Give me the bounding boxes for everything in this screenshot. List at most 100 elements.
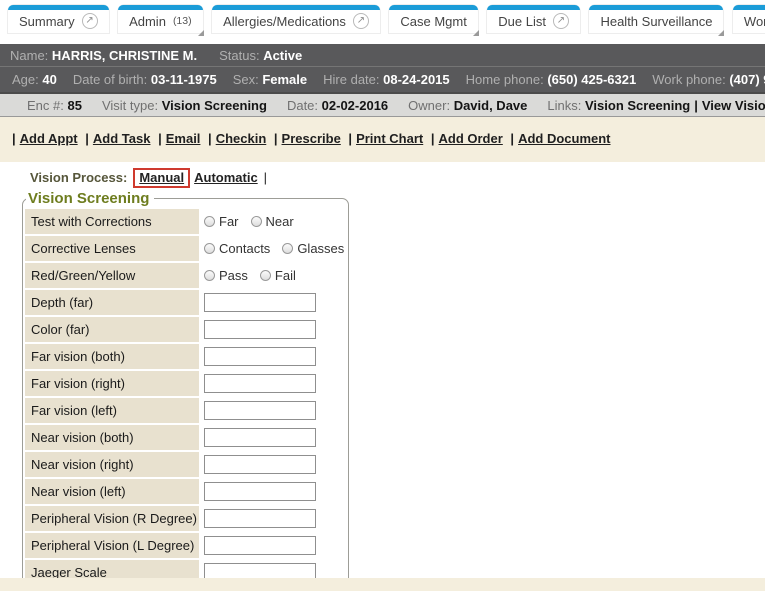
link-separator: | <box>208 131 212 146</box>
external-link-icon: ↗ <box>353 13 369 29</box>
link-separator: | <box>510 131 514 146</box>
info-value: (407) 939 <box>729 72 765 87</box>
form-row-far-vision-right: Far vision (right) <box>25 371 346 396</box>
form-row-near-vision-both: Near vision (both) <box>25 425 346 450</box>
trailing-pipe: | <box>264 170 267 185</box>
enc-visit-type: Visit type: Vision Screening <box>102 98 267 113</box>
encounter-links: Links: Vision Screening|View Vision Scre… <box>547 98 765 113</box>
enc-enc: Enc #: 85 <box>27 98 82 113</box>
action-link-email[interactable]: Email <box>166 131 201 146</box>
action-link-add-task[interactable]: Add Task <box>93 131 151 146</box>
enc-link-vision-screening[interactable]: Vision Screening <box>585 98 690 113</box>
tab-case-mgmt[interactable]: Case Mgmt <box>389 5 477 33</box>
action-link-add-document[interactable]: Add Document <box>518 131 610 146</box>
form-rows-container: Test with Corrections FarNear Corrective… <box>25 209 346 578</box>
patient-name: Name: HARRIS, CHRISTINE M. <box>10 48 197 63</box>
link-separator: | <box>158 131 162 146</box>
tab-allergies-medications[interactable]: Allergies/Medications ↗ <box>212 5 380 33</box>
encounter-bar: Enc #: 85 Visit type: Vision Screening D… <box>0 92 765 117</box>
enc-link-view-vision-screening[interactable]: View Vision Screening <box>702 98 765 113</box>
radio-option-glasses: Glasses <box>282 241 344 256</box>
info-value: (650) 425-6321 <box>547 72 636 87</box>
radio-pass[interactable] <box>204 270 215 281</box>
demographics-bar: Age: 40 Date of birth: 03-11-1975 Sex: F… <box>0 66 765 92</box>
action-link-print-chart[interactable]: Print Chart <box>356 131 423 146</box>
info-label: Hire date: <box>323 72 379 87</box>
field-label: Near vision (right) <box>25 452 199 477</box>
color-far-input[interactable] <box>204 320 316 339</box>
tab-admin[interactable]: Admin (13) <box>118 5 203 33</box>
enc-date: Date: 02-02-2016 <box>287 98 388 113</box>
field-value-cell: PassFail <box>199 263 346 288</box>
depth-far-input[interactable] <box>204 293 316 312</box>
form-row-far-vision-left: Far vision (left) <box>25 398 346 423</box>
action-link-prescribe[interactable]: Prescribe <box>282 131 341 146</box>
automatic-link[interactable]: Automatic <box>194 170 258 185</box>
field-label: Depth (far) <box>25 290 199 315</box>
tab-label: Work Status <box>744 14 765 29</box>
radio-contacts[interactable] <box>204 243 215 254</box>
field-value-cell <box>199 317 346 342</box>
manual-link[interactable]: Manual <box>139 170 184 185</box>
link-separator: | <box>85 131 89 146</box>
form-row-jaeger-scale: Jaeger Scale <box>25 560 346 578</box>
info-label: Owner: <box>408 98 450 113</box>
form-row-far-vision-both: Far vision (both) <box>25 344 346 369</box>
dropdown-fold-icon <box>473 30 479 36</box>
main-content: Vision Process:ManualAutomatic| Vision S… <box>0 162 765 578</box>
info-value: 40 <box>42 72 56 87</box>
near-vision-left-input[interactable] <box>204 482 316 501</box>
near-vision-both-input[interactable] <box>204 428 316 447</box>
peripheral-vision-l-degree-input[interactable] <box>204 536 316 555</box>
radio-option-fail: Fail <box>260 268 296 283</box>
link-separator: | <box>274 131 278 146</box>
radio-fail[interactable] <box>260 270 271 281</box>
jaeger-scale-input[interactable] <box>204 563 316 578</box>
radio-option-near: Near <box>251 214 294 229</box>
field-value-cell <box>199 371 346 396</box>
radio-option-far: Far <box>204 214 239 229</box>
tab-label: Health Surveillance <box>600 14 712 29</box>
far-vision-right-input[interactable] <box>204 374 316 393</box>
info-label: Sex: <box>233 72 259 87</box>
tab-health-surveillance[interactable]: Health Surveillance <box>589 5 723 33</box>
info-label: Visit type: <box>102 98 158 113</box>
vision-process-row: Vision Process:ManualAutomatic| <box>30 168 765 188</box>
field-value-cell: Far Near <box>199 209 346 234</box>
action-link-add-order[interactable]: Add Order <box>439 131 503 146</box>
tab-label: Due List <box>498 14 546 29</box>
field-value-cell <box>199 398 346 423</box>
radio-glasses[interactable] <box>282 243 293 254</box>
tab-due-list[interactable]: Due List ↗ <box>487 5 580 33</box>
info-value: 08-24-2015 <box>383 72 450 87</box>
manual-annotation-box: Manual <box>133 168 190 188</box>
far-vision-both-input[interactable] <box>204 347 316 366</box>
form-row-depth-far: Depth (far) <box>25 290 346 315</box>
radio-label: Fail <box>275 268 296 283</box>
peripheral-vision-r-degree-input[interactable] <box>204 509 316 528</box>
form-row-red-green-yellow: Red/Green/Yellow PassFail <box>25 263 346 288</box>
far-vision-left-input[interactable] <box>204 401 316 420</box>
vision-screening-legend: Vision Screening <box>26 190 154 207</box>
info-value: David, Dave <box>454 98 528 113</box>
form-row-peripheral-vision-r-degree: Peripheral Vision (R Degree) <box>25 506 346 531</box>
radio-far[interactable] <box>204 216 215 227</box>
link-separator: | <box>12 131 16 146</box>
link-separator: | <box>348 131 352 146</box>
field-label: Near vision (left) <box>25 479 199 504</box>
info-label: Name: <box>10 48 48 63</box>
action-links-bar: | Add Appt | Add Task | Email | Checkin | Pre… <box>0 117 765 162</box>
field-value-cell <box>199 560 346 578</box>
near-vision-right-input[interactable] <box>204 455 316 474</box>
tab-work-status[interactable]: Work Status ↗ <box>733 5 765 33</box>
tab-label: Summary <box>19 14 75 29</box>
action-link-add-appt[interactable]: Add Appt <box>20 131 78 146</box>
tab-summary[interactable]: Summary ↗ <box>8 5 109 33</box>
demo-sex: Sex: Female <box>233 72 307 87</box>
info-value: 03-11-1975 <box>151 72 217 87</box>
info-label: Date: <box>287 98 318 113</box>
radio-near[interactable] <box>251 216 262 227</box>
info-label: Date of birth: <box>73 72 147 87</box>
field-label: Test with Corrections <box>25 209 199 234</box>
action-link-checkin[interactable]: Checkin <box>216 131 267 146</box>
